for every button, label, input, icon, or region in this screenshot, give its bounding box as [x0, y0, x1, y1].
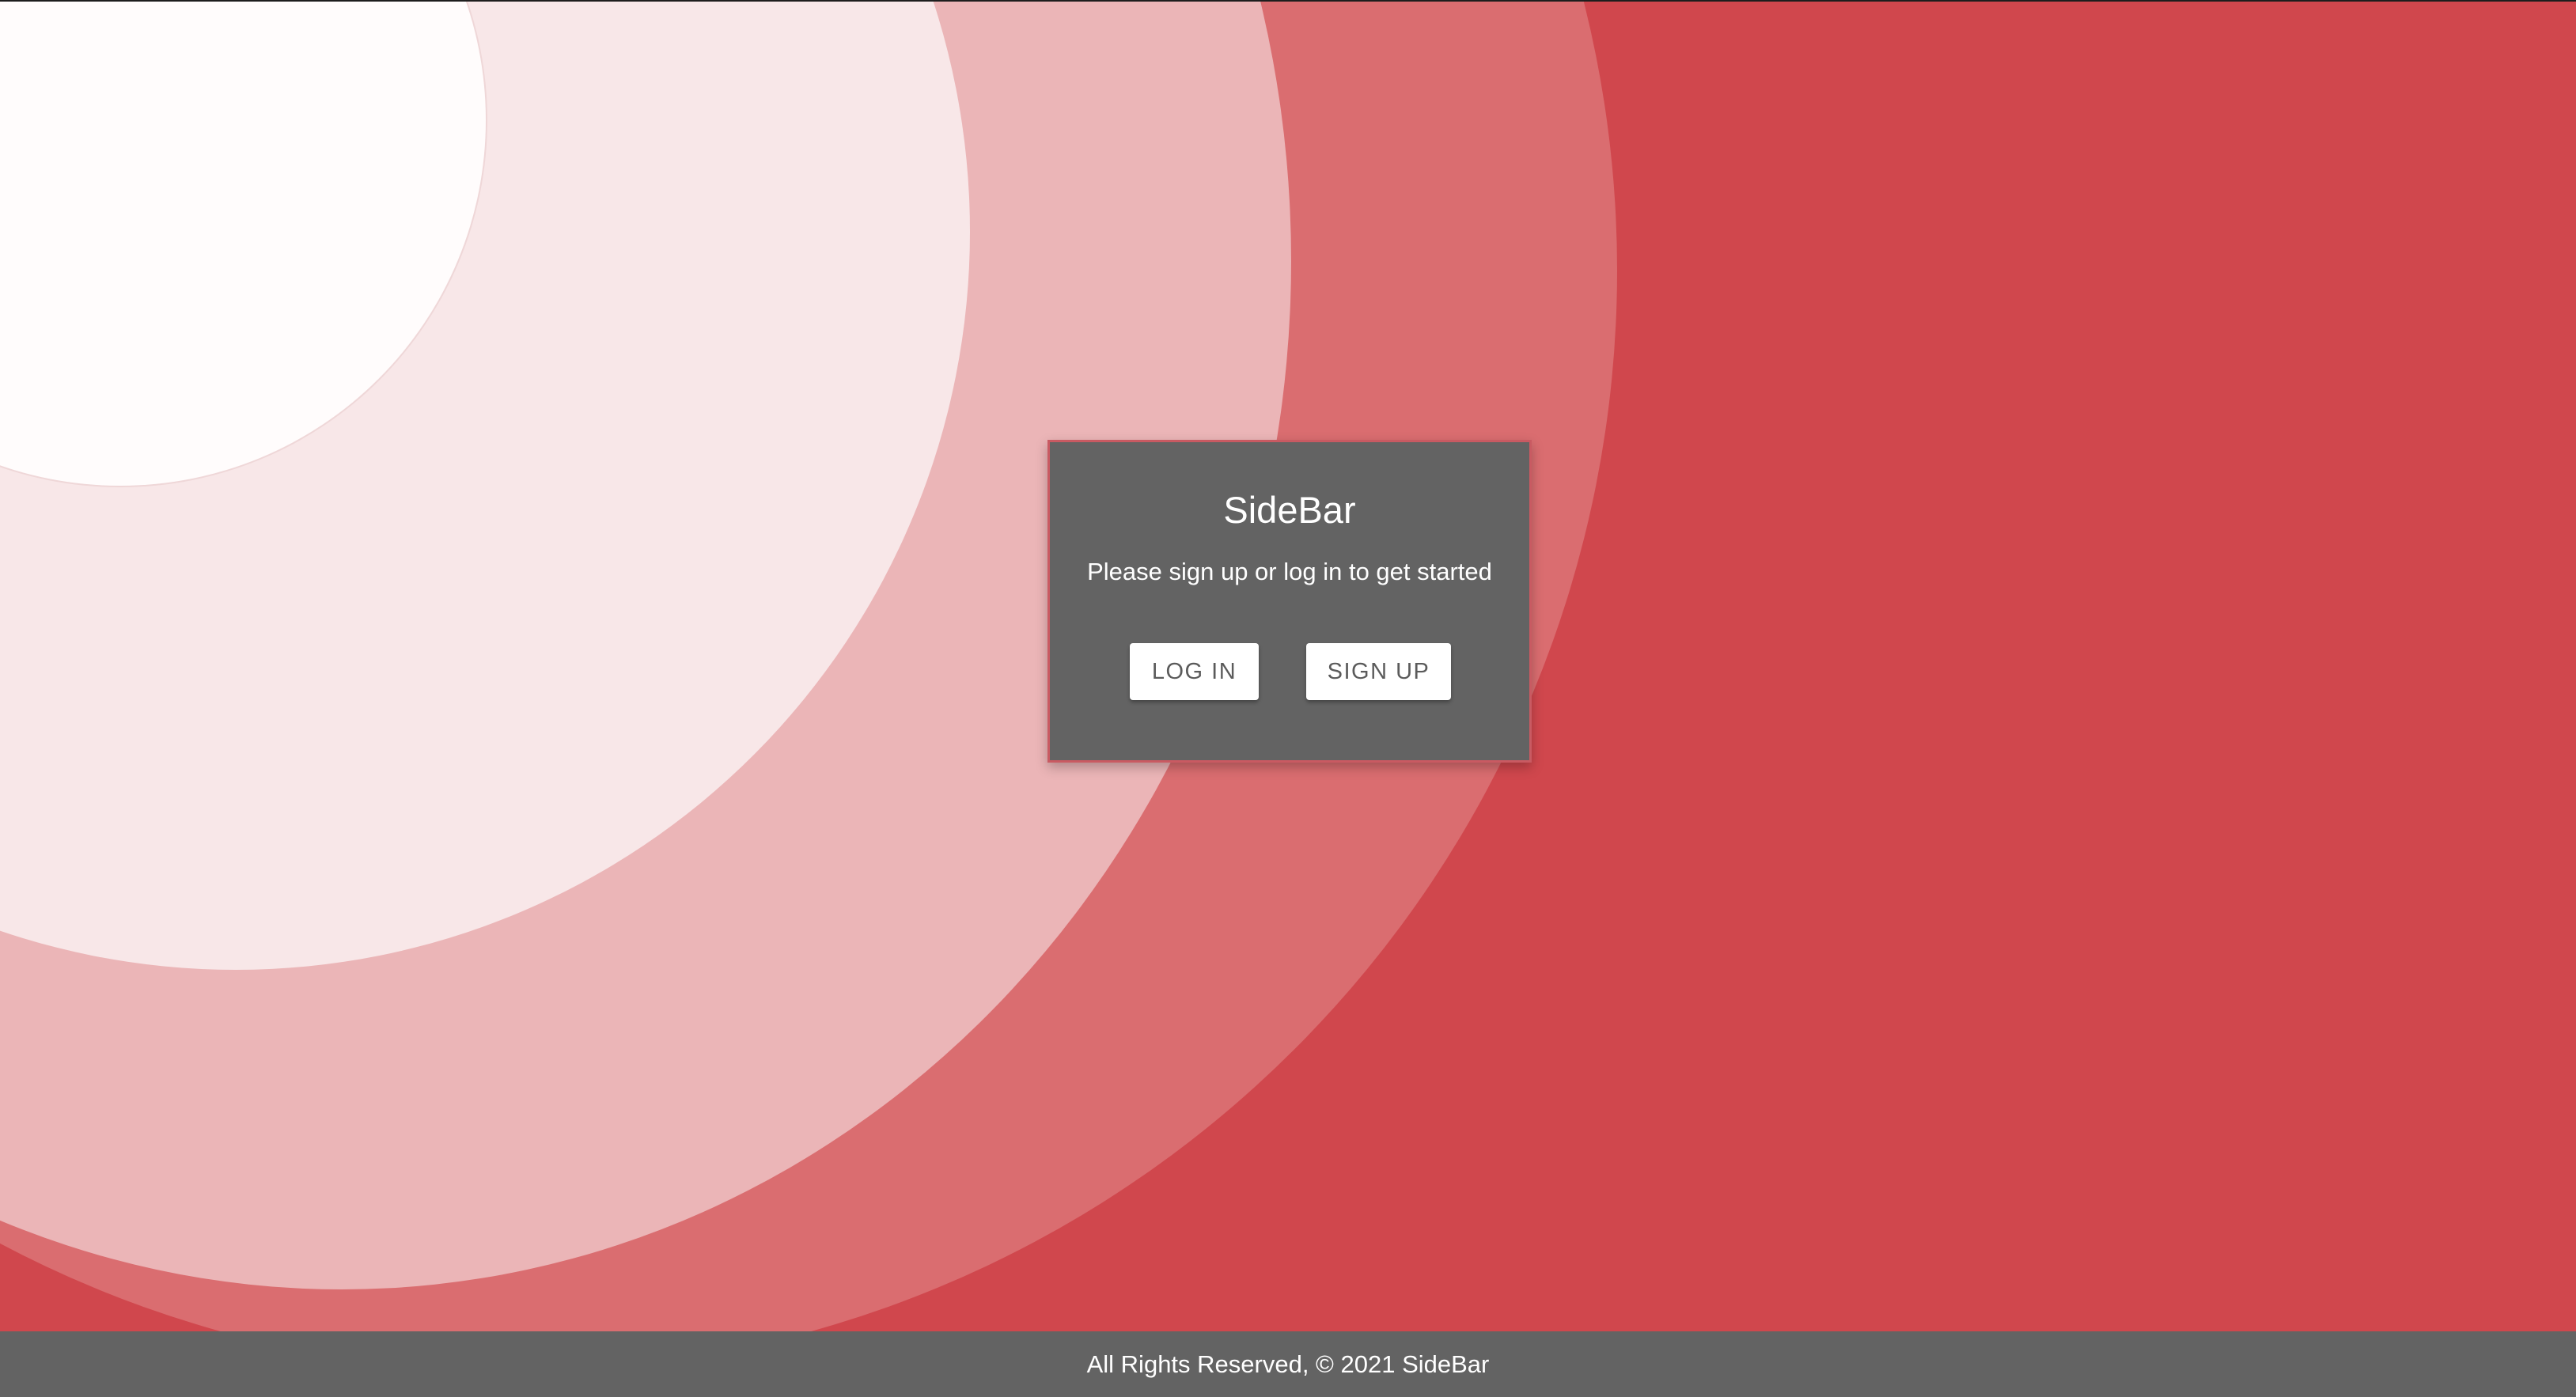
footer-text: All Rights Reserved, © 2021 SideBar [1086, 1350, 1490, 1378]
footer: All Rights Reserved, © 2021 SideBar [0, 1331, 2576, 1397]
top-border [0, 0, 2576, 2]
card-subtitle: Please sign up or log in to get started [1087, 558, 1492, 585]
background-stage: SideBar Please sign up or log in to get … [0, 0, 2576, 1331]
auth-buttons: LOG IN SIGN UP [1050, 643, 1529, 702]
card-title: SideBar [1223, 489, 1356, 531]
signup-button[interactable]: SIGN UP [1306, 643, 1451, 700]
login-button[interactable]: LOG IN [1130, 643, 1259, 700]
auth-card: SideBar Please sign up or log in to get … [1047, 440, 1532, 763]
